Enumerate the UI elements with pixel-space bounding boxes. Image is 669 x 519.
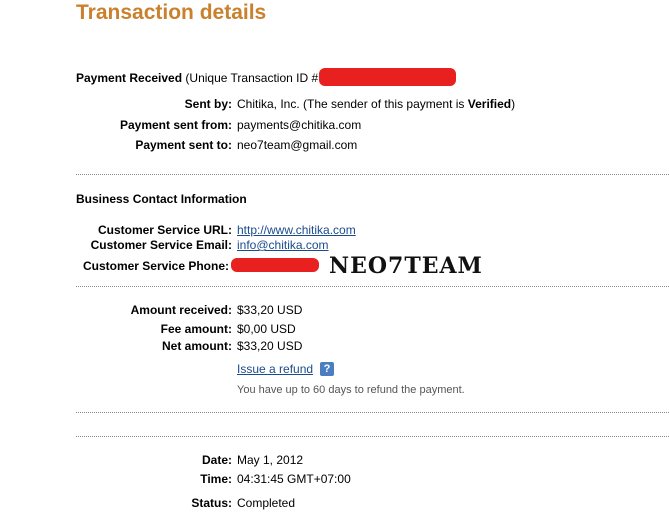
fee-amount-value: $0,00 USD (237, 322, 296, 336)
redaction-mark (319, 68, 456, 86)
sent-from-label: Payment sent from: (119, 118, 232, 132)
divider (76, 286, 669, 287)
payment-received-line: Payment Received (Unique Transaction ID … (76, 71, 318, 85)
divider (76, 412, 669, 413)
time-label: Time: (200, 472, 232, 486)
business-contact-heading: Business Contact Information (76, 192, 247, 206)
cs-url-label: Customer Service URL: (97, 223, 232, 237)
payment-received-label: Payment Received (76, 71, 183, 85)
issue-refund-link[interactable]: Issue a refund (237, 362, 313, 376)
fee-amount-label: Fee amount: (160, 322, 232, 336)
cs-email-link[interactable]: info@chitika.com (237, 238, 329, 252)
refund-note: You have up to 60 days to refund the pay… (237, 384, 465, 396)
cs-phone-label: Customer Service Phone: (82, 259, 229, 273)
status-value: Completed (237, 496, 296, 510)
cs-email-label: Customer Service Email: (90, 238, 232, 252)
verified-status: Verified (467, 97, 512, 111)
amount-received-label: Amount received: (130, 303, 232, 317)
time-value: 04:31:45 GMT+07:00 (237, 472, 351, 486)
sent-by-text: Chitika, Inc. (The sender of this paymen… (237, 97, 465, 111)
status-label: Status: (191, 496, 232, 510)
net-amount-value: $33,20 USD (237, 339, 303, 353)
date-value: May 1, 2012 (237, 453, 304, 467)
sent-by-value: Chitika, Inc. (The sender of this paymen… (237, 97, 515, 111)
sent-to-value: neo7team@gmail.com (237, 138, 358, 152)
divider (76, 174, 669, 175)
help-icon[interactable]: ? (320, 362, 334, 376)
txn-id-prefix: (Unique Transaction ID # (185, 71, 319, 85)
sent-by-close: ) (511, 97, 516, 111)
page-title: Transaction details (76, 1, 267, 24)
cs-url-link[interactable]: http://www.chitika.com (237, 223, 356, 237)
date-label: Date: (201, 453, 232, 467)
net-amount-label: Net amount: (162, 339, 232, 353)
sent-by-label: Sent by: (184, 97, 232, 111)
watermark-text: NEO7TEAM (329, 253, 483, 279)
sent-from-value: payments@chitika.com (237, 118, 362, 132)
amount-received-value: $33,20 USD (237, 303, 303, 317)
redaction-mark (231, 258, 319, 272)
divider (76, 436, 669, 437)
sent-to-label: Payment sent to: (135, 138, 232, 152)
